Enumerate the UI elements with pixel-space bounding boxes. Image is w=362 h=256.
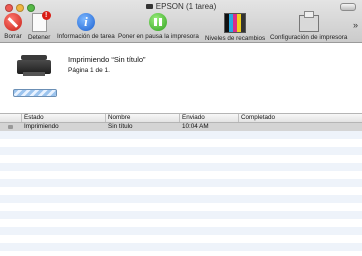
column-header-estado[interactable]: Estado	[22, 114, 106, 122]
empty-row	[0, 163, 362, 171]
pause-printer-button[interactable]: Poner en pausa la impresora	[118, 13, 199, 40]
empty-row	[0, 171, 362, 179]
column-header-enviado[interactable]: Enviado	[180, 114, 239, 122]
window-title: EPSON (1 tarea)	[0, 2, 362, 11]
table-row[interactable]: Imprimiendo Sin título 10:04 AM	[0, 123, 362, 131]
empty-row	[0, 155, 362, 163]
empty-row	[0, 203, 362, 211]
toolbar: EPSON (1 tarea) Borrar Detener i Informa…	[0, 0, 362, 43]
empty-row	[0, 147, 362, 155]
supply-levels-button[interactable]: Niveles de recambios	[205, 13, 265, 42]
job-status-title: Imprimiendo “Sin título”	[68, 55, 146, 64]
job-info-button[interactable]: i Información de tarea	[57, 13, 115, 40]
empty-row	[0, 179, 362, 187]
printer-settings-button[interactable]: Configuración de impresora	[270, 11, 347, 41]
printer-icon	[145, 4, 153, 10]
printer-image	[17, 55, 51, 77]
column-header-icon[interactable]	[0, 114, 22, 122]
table-header: Estado Nombre Enviado Completado	[0, 113, 362, 123]
empty-row	[0, 139, 362, 147]
toolbar-overflow-button[interactable]: »	[353, 20, 358, 30]
empty-row	[0, 211, 362, 219]
column-header-completado[interactable]: Completado	[239, 114, 362, 122]
delete-button[interactable]: Borrar	[4, 13, 22, 40]
progress-bar	[13, 89, 57, 97]
printer-settings-icon	[298, 11, 319, 32]
print-queue-window: EPSON (1 tarea) Borrar Detener i Informa…	[0, 0, 362, 256]
empty-row	[0, 227, 362, 235]
empty-row	[0, 235, 362, 243]
pause-icon	[149, 13, 168, 31]
empty-row	[0, 243, 362, 251]
column-header-nombre[interactable]: Nombre	[106, 114, 180, 122]
empty-row	[0, 195, 362, 203]
job-queue-table: Estado Nombre Enviado Completado Imprimi…	[0, 113, 362, 256]
hold-button[interactable]: Detener	[28, 11, 51, 41]
document-icon	[8, 125, 13, 129]
empty-row	[0, 131, 362, 139]
empty-row	[0, 219, 362, 227]
delete-icon	[4, 13, 22, 31]
hold-job-icon	[31, 11, 51, 32]
empty-row	[0, 187, 362, 195]
job-page-status: Página 1 de 1.	[68, 67, 110, 74]
supply-levels-icon	[224, 13, 247, 33]
toolbar-toggle-button[interactable]	[340, 3, 356, 11]
info-icon: i	[76, 13, 95, 31]
